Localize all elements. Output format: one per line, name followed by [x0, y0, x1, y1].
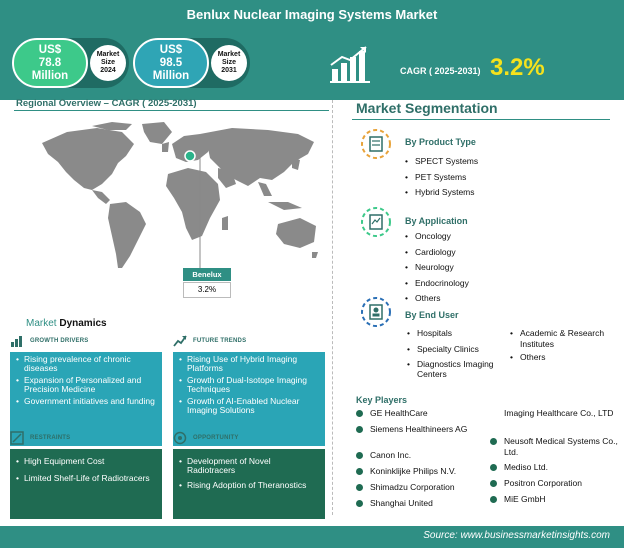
key-players-title: Key Players	[356, 395, 408, 405]
restraints-icon	[10, 431, 24, 445]
end-user-icon	[361, 297, 391, 327]
market-dynamics-title: Market Dynamics	[26, 318, 107, 329]
list-item: Growth of AI-Enabled Nuclear Imaging Sol…	[179, 397, 319, 415]
product-type-heading: By Product Type	[405, 137, 476, 147]
list-item: Rising Adoption of Theranostics	[179, 481, 319, 491]
page-title: Benlux Nuclear Imaging Systems Market	[186, 7, 438, 22]
bullet-dot	[356, 500, 363, 507]
key-players-list-right: Imaging Healthcare Co., LTD Neusoft Medi…	[490, 408, 618, 510]
bullet-dot	[356, 426, 363, 433]
end-user-heading: By End User	[405, 310, 459, 320]
cagr-label: CAGR ( 2025-2031)	[400, 66, 481, 76]
list-item: Shanghai United	[356, 498, 482, 514]
end-user-list-right: Academic & Research Institutes Others	[510, 328, 618, 368]
restraints-card: RESTRAINTS High Equipment Cost Limited S…	[10, 427, 162, 519]
market-size-2024-badge: Market Size 2024	[90, 45, 126, 81]
list-item: Positron Corporation	[490, 478, 618, 494]
benelux-cagr-value: 3.2%	[183, 282, 231, 298]
list-item: Academic & Research Institutes	[510, 328, 618, 352]
key-players-list-left: GE HealthCare Siemens Healthineers AG Ca…	[356, 408, 482, 514]
list-item: High Equipment Cost	[16, 457, 156, 467]
list-item: Government initiatives and funding	[16, 397, 156, 407]
opportunity-list: Development of Novel Radiotracers Rising…	[173, 449, 325, 519]
bullet-dot	[356, 468, 363, 475]
list-item: Koninklijke Philips N.V.	[356, 466, 482, 482]
market-size-2031-pill: US$ 98.5 Million Market Size 2031	[133, 38, 250, 88]
list-item: Hospitals	[407, 328, 507, 344]
product-type-icon	[361, 129, 391, 159]
list-item: MiE GmbH	[490, 494, 618, 510]
list-item: Siemens Healthineers AG	[356, 424, 482, 450]
list-item: Imaging Healthcare Co., LTD	[504, 408, 614, 418]
restraints-heading: RESTRAINTS	[30, 435, 71, 441]
list-item: Rising Use of Hybrid Imaging Platforms	[179, 355, 319, 373]
growth-drivers-heading: GROWTH DRIVERS	[30, 338, 89, 344]
application-heading: By Application	[405, 216, 468, 226]
growth-drivers-header: GROWTH DRIVERS	[10, 330, 162, 352]
list-item: Oncology	[405, 231, 469, 247]
opportunity-header: OPPORTUNITY	[173, 427, 325, 449]
benelux-marker	[184, 150, 196, 162]
growth-drivers-icon	[11, 336, 22, 347]
opportunity-card: OPPORTUNITY Development of Novel Radiotr…	[173, 427, 325, 519]
list-item: Limited Shelf-Life of Radiotracers	[16, 474, 156, 484]
list-item: SPECT Systems	[405, 156, 478, 172]
list-item: Cardiology	[405, 247, 469, 263]
restraints-header: RESTRAINTS	[10, 427, 162, 449]
application-icon	[361, 207, 391, 237]
list-item: GE HealthCare	[356, 408, 482, 424]
end-user-list-left: Hospitals Specialty Clinics Diagnostics …	[407, 328, 507, 383]
opportunity-heading: OPPORTUNITY	[193, 435, 239, 441]
market-size-2031-badge: Market Size 2031	[211, 45, 247, 81]
bullet-dot	[490, 464, 497, 471]
list-item: PET Systems	[405, 172, 478, 188]
list-item: Growth of Dual-Isotope Imaging Technique…	[179, 376, 319, 394]
regional-title-underline	[14, 110, 329, 111]
bullet-dot	[356, 410, 363, 417]
bullet-dot	[490, 438, 497, 445]
application-list: Oncology Cardiology Neurology Endocrinol…	[405, 231, 469, 309]
opportunity-icon	[173, 431, 187, 445]
bullet-dot	[490, 480, 497, 487]
list-item: Hybrid Systems	[405, 187, 478, 203]
market-size-2031-value-box: US$ 98.5 Million	[133, 38, 209, 88]
list-item: Canon Inc.	[356, 450, 482, 466]
bullet-dot	[490, 496, 497, 503]
list-item: Others	[405, 293, 469, 309]
list-item: Expansion of Personalized and Precision …	[16, 376, 156, 394]
future-trends-header: FUTURE TRENDS	[173, 330, 325, 352]
list-item: Development of Novel Radiotracers	[179, 457, 319, 475]
trend-arrow-icon	[173, 335, 187, 347]
list-item: Rising prevalence of chronic diseases	[16, 355, 156, 373]
bullet-dot	[356, 484, 363, 491]
product-type-list: SPECT Systems PET Systems Hybrid Systems	[405, 156, 478, 203]
list-item: Mediso Ltd.	[490, 462, 618, 478]
market-size-2024-value: US$ 78.8 Million	[31, 43, 69, 82]
list-item: Others	[510, 352, 618, 368]
list-item: Diagnostics Imaging Centers	[407, 359, 507, 383]
source-link[interactable]: Source: www.businessmarketinsights.com	[423, 530, 610, 541]
market-size-2024-value-box: US$ 78.8 Million	[12, 38, 88, 88]
regional-overview-title: Regional Overview – CAGR ( 2025-2031)	[16, 98, 197, 109]
benelux-label: Benelux	[183, 268, 231, 281]
list-item: Specialty Clinics	[407, 344, 507, 360]
world-map	[42, 122, 318, 268]
growth-chart-icon	[330, 46, 370, 83]
market-segmentation-title: Market Segmentation	[356, 100, 498, 116]
cagr-value: 3.2%	[490, 54, 545, 81]
future-trends-heading: FUTURE TRENDS	[193, 338, 247, 344]
market-size-2024-pill: US$ 78.8 Million Market Size 2024	[12, 38, 129, 88]
list-item: Neurology	[405, 262, 469, 278]
list-item: Endocrinology	[405, 278, 469, 294]
segmentation-underline	[352, 119, 610, 120]
list-item: Neusoft Medical Systems Co., Ltd.	[490, 436, 618, 462]
list-item: Shimadzu Corporation	[356, 482, 482, 498]
restraints-list: High Equipment Cost Limited Shelf-Life o…	[10, 449, 162, 519]
bullet-dot	[356, 452, 363, 459]
market-size-2031-value: US$ 98.5 Million	[152, 43, 190, 82]
section-divider	[332, 100, 333, 515]
